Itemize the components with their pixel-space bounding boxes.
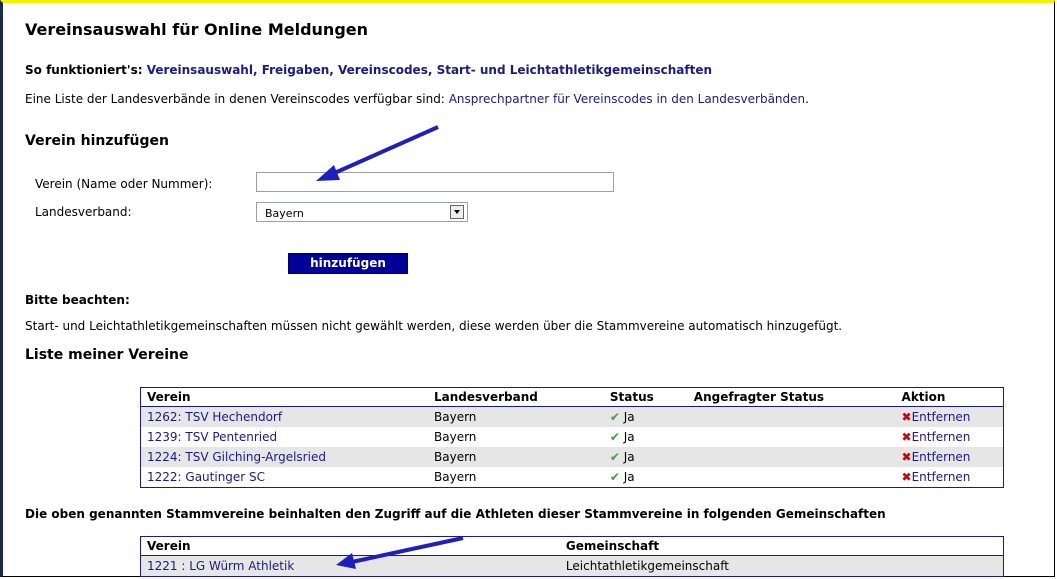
arrow-icon bbox=[336, 536, 464, 569]
annotation-arrows bbox=[316, 125, 464, 569]
arrow-icon bbox=[316, 125, 439, 181]
